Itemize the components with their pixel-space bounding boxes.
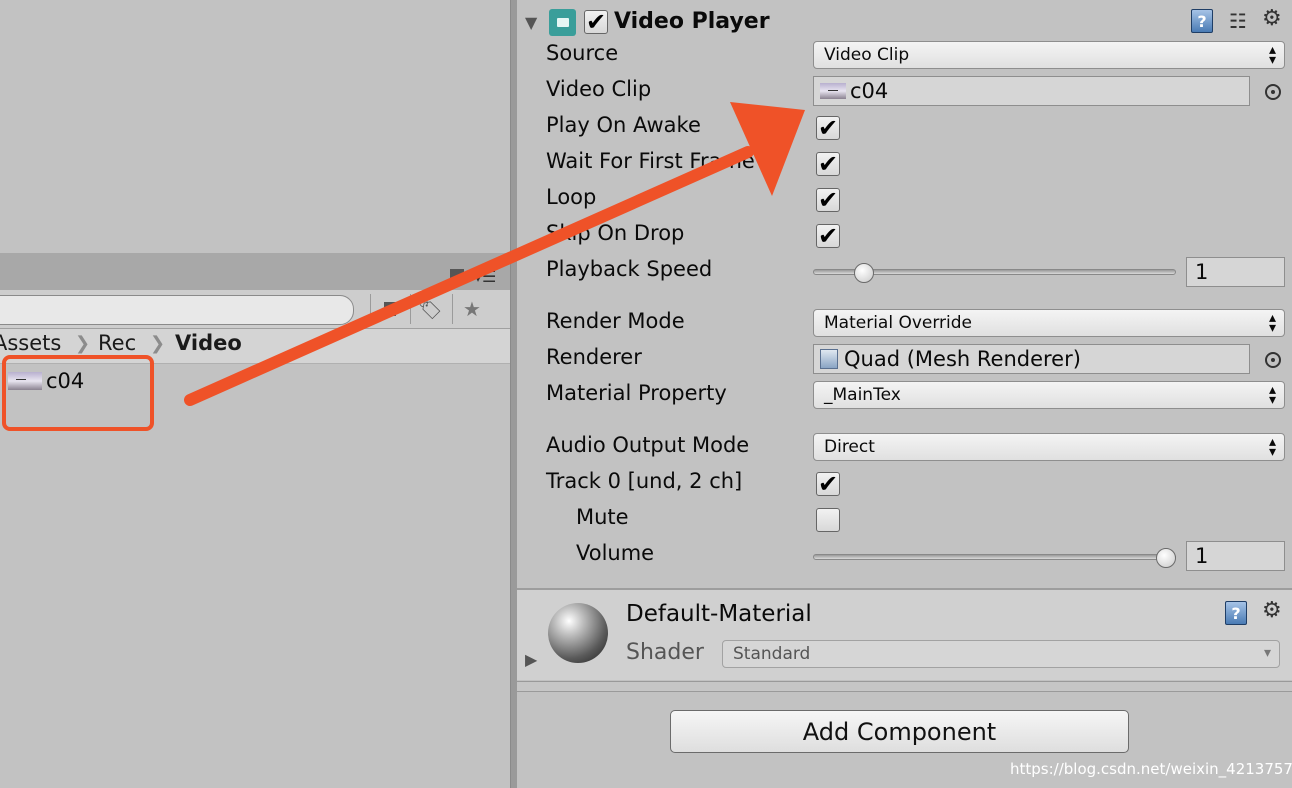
filter-icon — [384, 302, 396, 316]
object-picker-icon[interactable] — [1265, 84, 1281, 100]
audio-output-value: Direct — [824, 437, 875, 457]
volume-input[interactable]: 1 — [1186, 541, 1285, 571]
wait-first-frame-checkbox[interactable]: ✔ — [816, 152, 840, 176]
project-tab-header: ▾☰ — [0, 253, 510, 290]
tag-icon: 🏷 — [417, 297, 443, 321]
gear-icon[interactable]: ⚙ — [1262, 6, 1282, 31]
gear-icon[interactable]: ⚙ — [1262, 598, 1282, 623]
material-property-value: _MainTex — [824, 385, 901, 405]
annotation-highlight-box — [2, 355, 154, 431]
video-clip-icon — [820, 83, 846, 99]
material-name: Default-Material — [626, 601, 812, 627]
search-input[interactable] — [0, 295, 354, 325]
chevron-right-icon: ❯ — [150, 333, 166, 354]
track0-checkbox[interactable]: ✔ — [816, 472, 840, 496]
chevron-down-icon: ▾ — [1263, 645, 1271, 661]
volume-slider-track[interactable] — [813, 554, 1176, 560]
filter-by-label-button[interactable]: 🏷 — [410, 294, 449, 324]
component-enabled-checkbox[interactable]: ✔ — [584, 10, 608, 34]
render-mode-label: Render Mode — [546, 309, 685, 333]
audio-output-label: Audio Output Mode — [546, 433, 750, 457]
up-down-arrow-icon: ▴ ▾ — [1268, 310, 1276, 336]
video-player-icon — [549, 9, 576, 36]
renderer-value: Quad (Mesh Renderer) — [844, 347, 1081, 371]
shader-value: Standard — [733, 644, 811, 664]
shader-label: Shader — [626, 640, 704, 665]
video-clip-value: c04 — [850, 79, 889, 103]
source-label: Source — [546, 41, 619, 65]
video-clip-label: Video Clip — [546, 77, 652, 101]
audio-output-dropdown[interactable]: Direct ▴ ▾ — [813, 433, 1285, 461]
shader-dropdown[interactable]: Standard ▾ — [722, 640, 1280, 668]
watermark: https://blog.csdn.net/weixin_42137574 — [1010, 760, 1292, 778]
volume-label: Volume — [576, 541, 655, 565]
loop-label: Loop — [546, 185, 597, 209]
up-down-arrow-icon: ▴ ▾ — [1268, 382, 1276, 408]
loop-checkbox[interactable]: ✔ — [816, 188, 840, 212]
material-property-label: Material Property — [546, 381, 727, 405]
mute-checkbox[interactable] — [816, 508, 840, 532]
favorites-button[interactable]: ★ — [452, 294, 491, 324]
source-dropdown-value: Video Clip — [824, 45, 910, 65]
skip-on-drop-label: Skip On Drop — [546, 221, 685, 245]
object-picker-icon[interactable] — [1265, 352, 1281, 368]
section-divider — [517, 681, 1292, 692]
playback-speed-label: Playback Speed — [546, 257, 713, 281]
foldout-arrow-icon[interactable]: ▶ — [525, 650, 537, 669]
volume-slider-thumb[interactable] — [1156, 548, 1176, 568]
breadcrumb-assets[interactable]: Assets — [0, 331, 61, 355]
mesh-renderer-icon — [820, 349, 838, 369]
source-dropdown[interactable]: Video Clip ▴ ▾ — [813, 41, 1285, 69]
foldout-arrow-icon[interactable]: ▼ — [525, 13, 537, 32]
lock-icon[interactable] — [450, 269, 464, 281]
preset-icon[interactable]: ☷ — [1229, 9, 1247, 33]
help-icon[interactable]: ? — [1191, 9, 1213, 33]
mute-label: Mute — [576, 505, 629, 529]
star-icon: ★ — [463, 297, 481, 321]
render-mode-dropdown[interactable]: Material Override ▴ ▾ — [813, 309, 1285, 337]
help-icon[interactable]: ? — [1225, 601, 1247, 625]
component-title: Video Player — [614, 9, 770, 34]
skip-on-drop-checkbox[interactable]: ✔ — [816, 224, 840, 248]
chevron-right-icon: ❯ — [75, 333, 91, 354]
track0-label: Track 0 [und, 2 ch] — [546, 469, 743, 493]
wait-first-frame-label: Wait For First Frame — [546, 149, 755, 173]
video-clip-field[interactable]: c04 — [813, 76, 1250, 106]
material-sphere-preview — [548, 603, 608, 663]
menu-icon[interactable]: ▾☰ — [474, 267, 496, 286]
add-component-button[interactable]: Add Component — [670, 710, 1129, 753]
play-on-awake-label: Play On Awake — [546, 113, 701, 137]
play-on-awake-checkbox[interactable]: ✔ — [816, 116, 840, 140]
breadcrumb-rec[interactable]: Rec — [98, 331, 136, 355]
renderer-label: Renderer — [546, 345, 642, 369]
up-down-arrow-icon: ▴ ▾ — [1268, 434, 1276, 460]
breadcrumb-video[interactable]: Video — [175, 331, 242, 355]
material-property-dropdown[interactable]: _MainTex ▴ ▾ — [813, 381, 1285, 409]
renderer-field[interactable]: Quad (Mesh Renderer) — [813, 344, 1250, 374]
render-mode-value: Material Override — [824, 313, 973, 333]
playback-speed-input[interactable]: 1 — [1186, 257, 1285, 287]
filter-by-type-button[interactable] — [370, 294, 409, 324]
up-down-arrow-icon: ▴ ▾ — [1268, 42, 1276, 68]
